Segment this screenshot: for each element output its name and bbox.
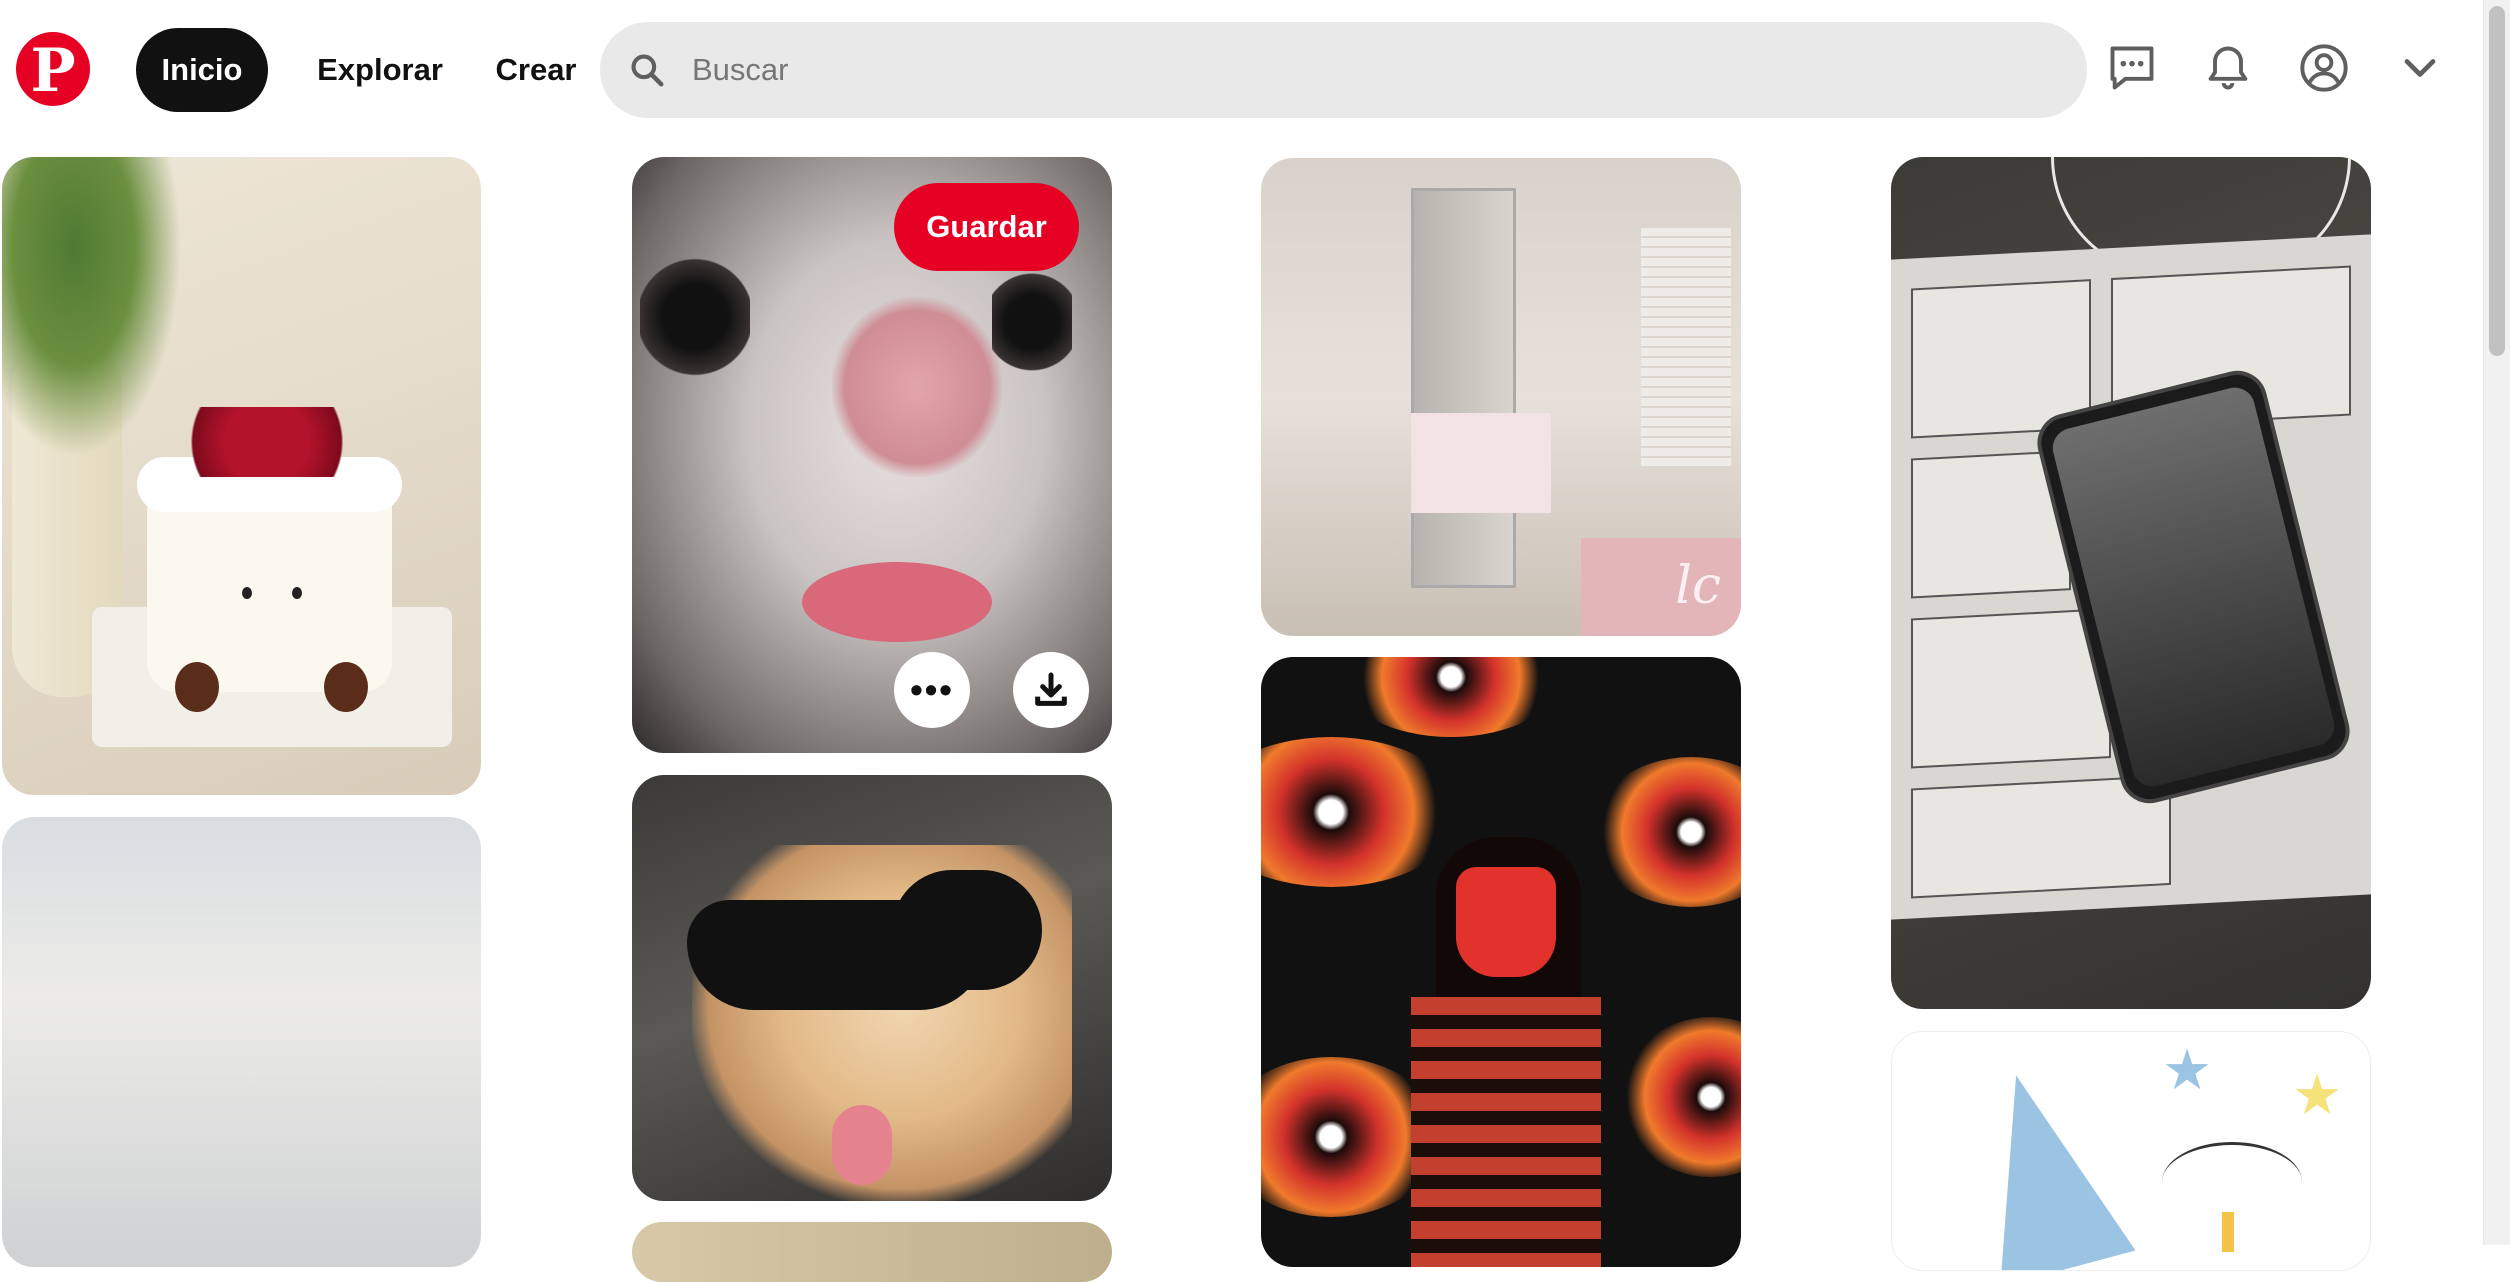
more-options-button[interactable]: ••• bbox=[894, 652, 970, 728]
messages-icon[interactable] bbox=[2102, 38, 2162, 98]
pin-image-detail bbox=[292, 587, 302, 599]
pin-image-detail bbox=[324, 662, 368, 712]
star-icon: ★ bbox=[2162, 1038, 2213, 1101]
pin-image-detail bbox=[892, 870, 1042, 990]
pin-image-detail bbox=[640, 257, 750, 377]
download-button[interactable] bbox=[1013, 652, 1089, 728]
pin-birthday-card[interactable]: ★ ★ bbox=[1891, 1031, 2371, 1271]
pin-image-detail bbox=[1411, 997, 1601, 1267]
pin-illustration-eyes[interactable] bbox=[1261, 657, 1741, 1267]
pin-cake[interactable] bbox=[2, 157, 481, 795]
nav-explore-button[interactable]: Explorar bbox=[300, 28, 460, 112]
pin-image-detail bbox=[2162, 1142, 2302, 1222]
pin-image-detail bbox=[992, 267, 1072, 377]
pin-image-detail bbox=[167, 407, 367, 477]
top-navigation-bar: P Inicio Explorar Crear bbox=[0, 0, 2466, 141]
pin-image-detail bbox=[1621, 1017, 1741, 1177]
save-button[interactable]: Guardar bbox=[894, 183, 1079, 271]
pin-watermark: lc bbox=[1675, 556, 1721, 616]
pin-image-detail bbox=[2, 157, 182, 457]
pin-image-detail bbox=[1341, 657, 1561, 737]
pin-image-detail bbox=[1911, 608, 2111, 769]
nav-create-button[interactable]: Crear bbox=[476, 28, 596, 112]
pin-cat-closeup[interactable]: Guardar ••• bbox=[632, 157, 1112, 753]
search-bar[interactable] bbox=[600, 22, 2087, 118]
profile-avatar-icon[interactable] bbox=[2294, 38, 2354, 98]
pin-image-detail bbox=[802, 562, 992, 642]
pin-image-detail bbox=[832, 297, 1002, 477]
pin-image-detail bbox=[2222, 1212, 2234, 1252]
nav-home-button[interactable]: Inicio bbox=[136, 28, 268, 112]
pin-image-detail bbox=[1411, 413, 1551, 513]
search-icon bbox=[631, 54, 664, 87]
pin-image-detail bbox=[1456, 867, 1556, 977]
pin-image-detail bbox=[1948, 1057, 2136, 1270]
pin-image-detail bbox=[175, 662, 219, 712]
pin-bedroom-design[interactable]: lc bbox=[1261, 158, 1741, 636]
pin-partial[interactable] bbox=[632, 1222, 1112, 1282]
pin-comic-phone[interactable] bbox=[1891, 157, 2371, 1009]
pin-image-detail bbox=[242, 587, 252, 599]
pin-image-detail bbox=[1591, 757, 1741, 907]
pin-bedroom[interactable] bbox=[2, 817, 481, 1267]
scrollbar-thumb[interactable] bbox=[2489, 6, 2505, 356]
pin-image-detail bbox=[1641, 228, 1731, 468]
star-icon: ★ bbox=[2292, 1063, 2343, 1126]
logo-letter: P bbox=[30, 36, 76, 106]
chevron-down-icon[interactable] bbox=[2390, 38, 2450, 98]
search-input[interactable] bbox=[692, 52, 2042, 88]
pin-image-detail bbox=[832, 1105, 892, 1185]
pin-image-detail bbox=[1261, 737, 1461, 887]
download-icon bbox=[1035, 672, 1067, 706]
page-scrollbar[interactable] bbox=[2483, 0, 2510, 1245]
notifications-bell-icon[interactable] bbox=[2198, 38, 2258, 98]
pin-image-detail bbox=[1411, 188, 1516, 588]
pin-dog-sunglasses[interactable] bbox=[632, 775, 1112, 1201]
pinterest-logo-icon[interactable]: P bbox=[16, 32, 90, 106]
